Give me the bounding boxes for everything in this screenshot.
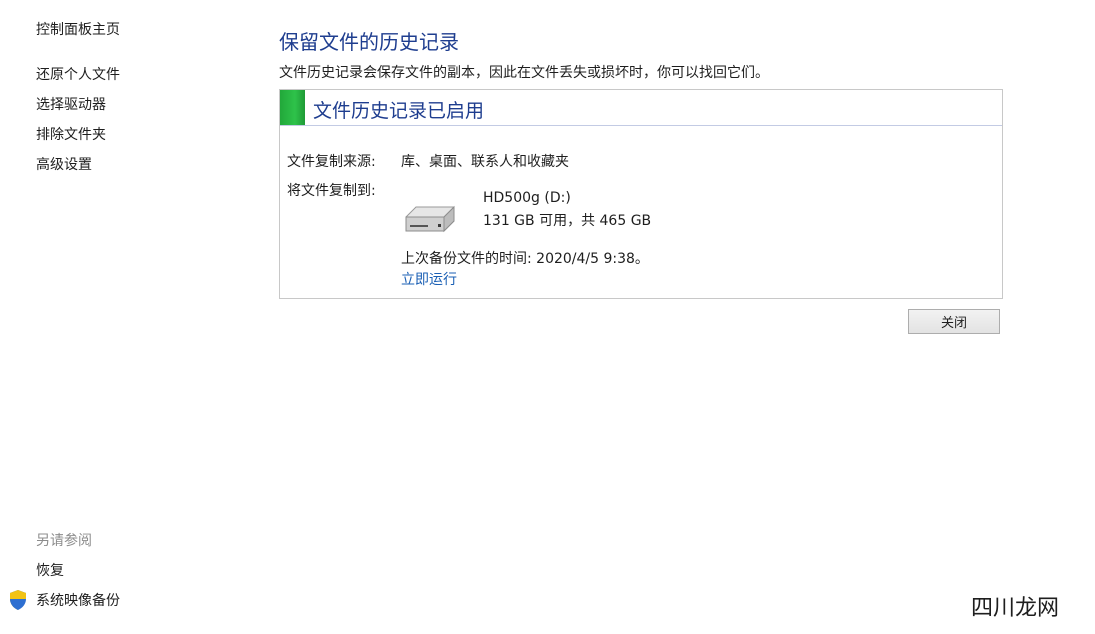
close-button[interactable]: 关闭: [908, 309, 1000, 334]
status-header: 文件历史记录已启用: [280, 90, 1002, 126]
watermark: 四川龙网: [971, 596, 1060, 621]
exclude-folders-link[interactable]: 排除文件夹: [36, 124, 106, 144]
copy-from-label: 文件复制来源:: [287, 154, 376, 170]
advanced-settings-link[interactable]: 高级设置: [36, 154, 92, 174]
select-drive-link[interactable]: 选择驱动器: [36, 94, 106, 114]
status-title: 文件历史记录已启用: [313, 100, 485, 122]
control-panel-home-link[interactable]: 控制面板主页: [36, 19, 120, 39]
status-panel: 文件历史记录已启用 文件复制来源: 库、桌面、联系人和收藏夹 将文件复制到: H…: [279, 89, 1003, 299]
copy-to-label: 将文件复制到:: [287, 183, 376, 199]
last-backup-time: 上次备份文件的时间: 2020/4/5 9:38。: [401, 251, 649, 267]
run-now-link[interactable]: 立即运行: [401, 269, 457, 289]
drive-name: HD500g (D:): [483, 190, 571, 206]
recovery-link[interactable]: 恢复: [36, 560, 64, 580]
system-image-backup-link[interactable]: 系统映像备份: [36, 590, 120, 610]
left-nav: 控制面板主页 还原个人文件 选择驱动器 排除文件夹 高级设置 另请参阅 恢复 系…: [0, 0, 240, 634]
page-title: 保留文件的历史记录: [279, 30, 459, 54]
status-indicator: [280, 90, 305, 125]
file-history-window: 控制面板主页 还原个人文件 选择驱动器 排除文件夹 高级设置 另请参阅 恢复 系…: [0, 0, 1095, 634]
drive-space: 131 GB 可用，共 465 GB: [483, 213, 652, 229]
copy-from-value: 库、桌面、联系人和收藏夹: [401, 154, 569, 170]
see-also-heading: 另请参阅: [36, 533, 92, 549]
uac-shield-icon: [10, 590, 26, 610]
page-description: 文件历史记录会保存文件的副本，因此在文件丢失或损坏时，你可以找回它们。: [279, 65, 769, 81]
hard-drive-icon: [405, 205, 455, 233]
restore-personal-files-link[interactable]: 还原个人文件: [36, 64, 120, 84]
